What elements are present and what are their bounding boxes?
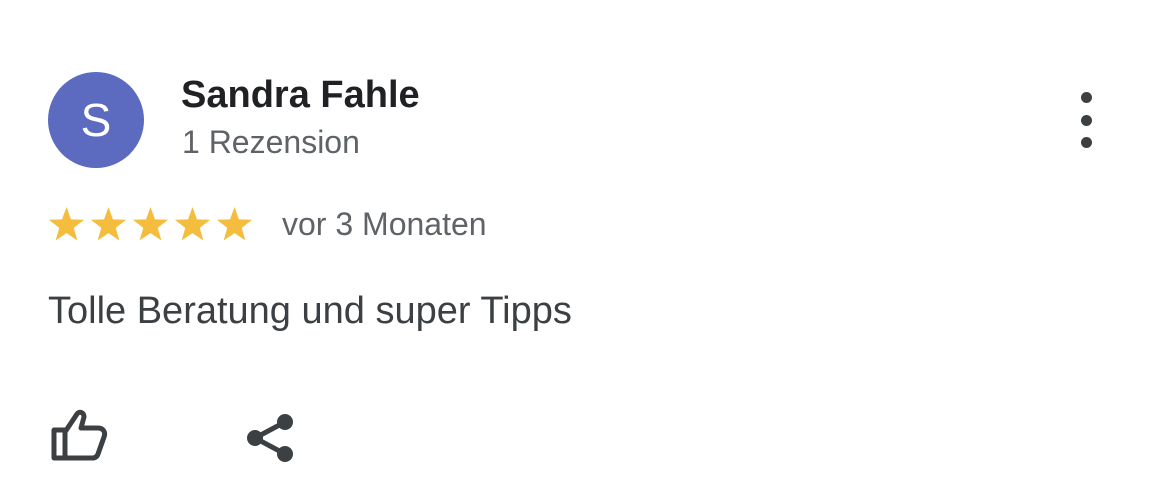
review-time: vor 3 Monaten xyxy=(282,205,487,242)
avatar-initial: S xyxy=(80,94,112,146)
more-vert-icon xyxy=(1080,92,1092,103)
more-options-button[interactable] xyxy=(1064,92,1108,148)
review-card: S Sandra Fahle 1 Rezension vor 3 Monaten… xyxy=(0,0,1170,492)
share-icon xyxy=(247,414,293,462)
star-icon xyxy=(216,206,253,240)
star-icon xyxy=(132,206,169,240)
stars xyxy=(47,205,254,244)
like-button[interactable] xyxy=(50,408,108,462)
star-icon xyxy=(174,206,211,240)
star-rating: vor 3 Monaten xyxy=(47,202,487,246)
avatar[interactable]: S xyxy=(48,72,144,168)
review-text: Tolle Beratung und super Tipps xyxy=(48,290,572,332)
star-icon xyxy=(48,206,85,240)
author-review-count: 1 Rezension xyxy=(182,124,360,160)
author-name[interactable]: Sandra Fahle xyxy=(181,74,420,117)
thumb-up-icon xyxy=(51,409,108,461)
star-icon xyxy=(90,206,127,240)
share-button[interactable] xyxy=(242,410,298,466)
